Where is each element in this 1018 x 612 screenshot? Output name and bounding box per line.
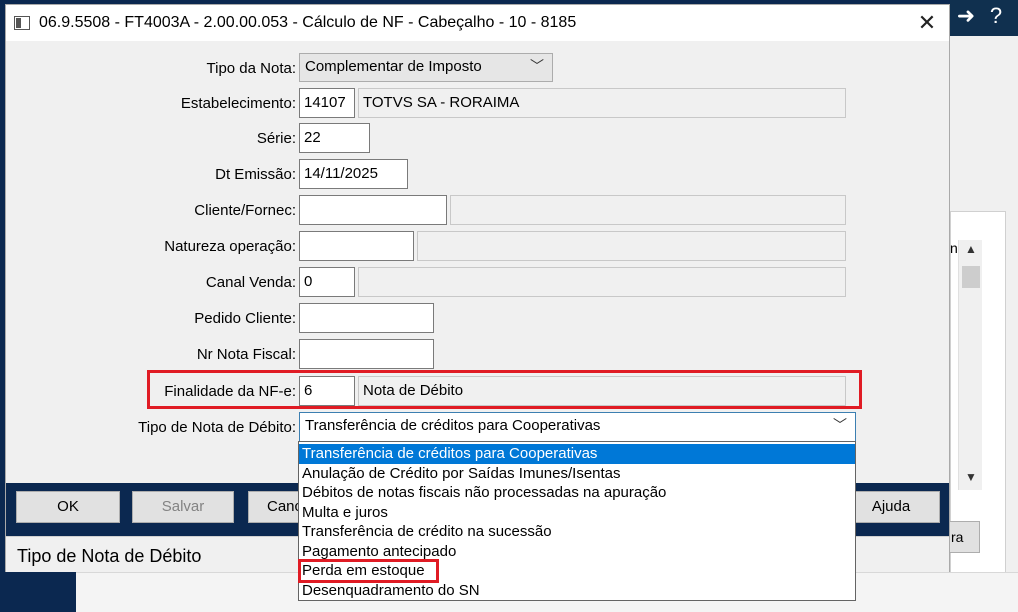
cliente-label: Cliente/Fornec:	[194, 202, 296, 219]
scroll-down-icon[interactable]: ▼	[959, 470, 983, 488]
canal-venda-code-field[interactable]: 0	[299, 267, 355, 297]
natureza-label: Natureza operação:	[164, 238, 296, 255]
tipo-nota-value: Complementar de Imposto	[305, 58, 482, 75]
tipo-debito-value: Transferência de créditos para Cooperati…	[305, 417, 601, 434]
dropdown-option[interactable]: Multa e juros	[299, 503, 855, 523]
ok-button[interactable]: OK	[16, 491, 120, 523]
help-icon[interactable]: ?	[982, 2, 1010, 30]
natureza-code-field[interactable]	[299, 231, 414, 261]
canal-venda-label: Canal Venda:	[205, 274, 296, 291]
dropdown-option[interactable]: Transferência de créditos para Cooperati…	[299, 444, 855, 464]
background-scrollbar[interactable]: ▲ ▼	[958, 240, 982, 490]
close-button[interactable]: ✕	[906, 7, 948, 39]
tipo-nota-label: Tipo da Nota:	[206, 60, 297, 77]
dropdown-option[interactable]: Desenquadramento do SN	[299, 581, 855, 601]
background-button[interactable]: ra	[948, 521, 980, 553]
natureza-name-field	[417, 231, 846, 261]
perda-estoque-highlight-box	[298, 559, 439, 583]
window-icon	[14, 16, 30, 30]
dt-emissao-field[interactable]: 14/11/2025	[299, 159, 408, 189]
serie-field[interactable]: 22	[299, 123, 370, 153]
dropdown-option[interactable]: Transferência de crédito na sucessão	[299, 522, 855, 542]
cliente-code-field[interactable]	[299, 195, 447, 225]
cliente-name-field	[450, 195, 846, 225]
dropdown-option[interactable]: Débitos de notas fiscais não processadas…	[299, 483, 855, 503]
estabelecimento-code-field[interactable]: 14107	[299, 88, 355, 118]
nr-nota-field[interactable]	[299, 339, 434, 369]
canal-venda-name-field	[358, 267, 846, 297]
tipo-debito-label: Tipo de Nota de Débito:	[138, 419, 296, 436]
serie-label: Série:	[256, 130, 296, 147]
save-button: Salvar	[132, 491, 234, 523]
scroll-thumb[interactable]	[962, 266, 980, 288]
help-button[interactable]: Ajuda	[842, 491, 940, 523]
estabelecimento-name-field: TOTVS SA - RORAIMA	[358, 88, 846, 118]
estabelecimento-label: Estabelecimento:	[180, 95, 296, 112]
finalidade-highlight-box	[147, 370, 862, 409]
dt-emissao-label: Dt Emissão:	[215, 166, 296, 183]
tipo-debito-select[interactable]: Transferência de créditos para Cooperati…	[299, 412, 856, 442]
pedido-cliente-field[interactable]	[299, 303, 434, 333]
title-bar[interactable]: 06.9.5508 - FT4003A - 2.00.00.053 - Cálc…	[6, 5, 949, 41]
dropdown-option[interactable]: Anulação de Crédito por Saídas Imunes/Is…	[299, 464, 855, 484]
scroll-up-icon[interactable]: ▲	[959, 242, 983, 260]
background-toolbar: ➜ ?	[950, 0, 1018, 36]
nr-nota-label: Nr Nota Fiscal:	[196, 346, 296, 363]
tipo-nota-select[interactable]: Complementar de Imposto ﹀	[299, 53, 553, 82]
chevron-down-icon: ﹀	[833, 417, 847, 433]
status-text: Tipo de Nota de Débito	[17, 546, 202, 566]
pedido-cliente-label: Pedido Cliente:	[194, 310, 296, 327]
chevron-down-icon: ﹀	[530, 58, 544, 74]
exit-icon[interactable]: ➜	[952, 2, 980, 30]
background-text-fragment: n	[950, 240, 958, 256]
window-title: 06.9.5508 - FT4003A - 2.00.00.053 - Cálc…	[39, 14, 577, 31]
